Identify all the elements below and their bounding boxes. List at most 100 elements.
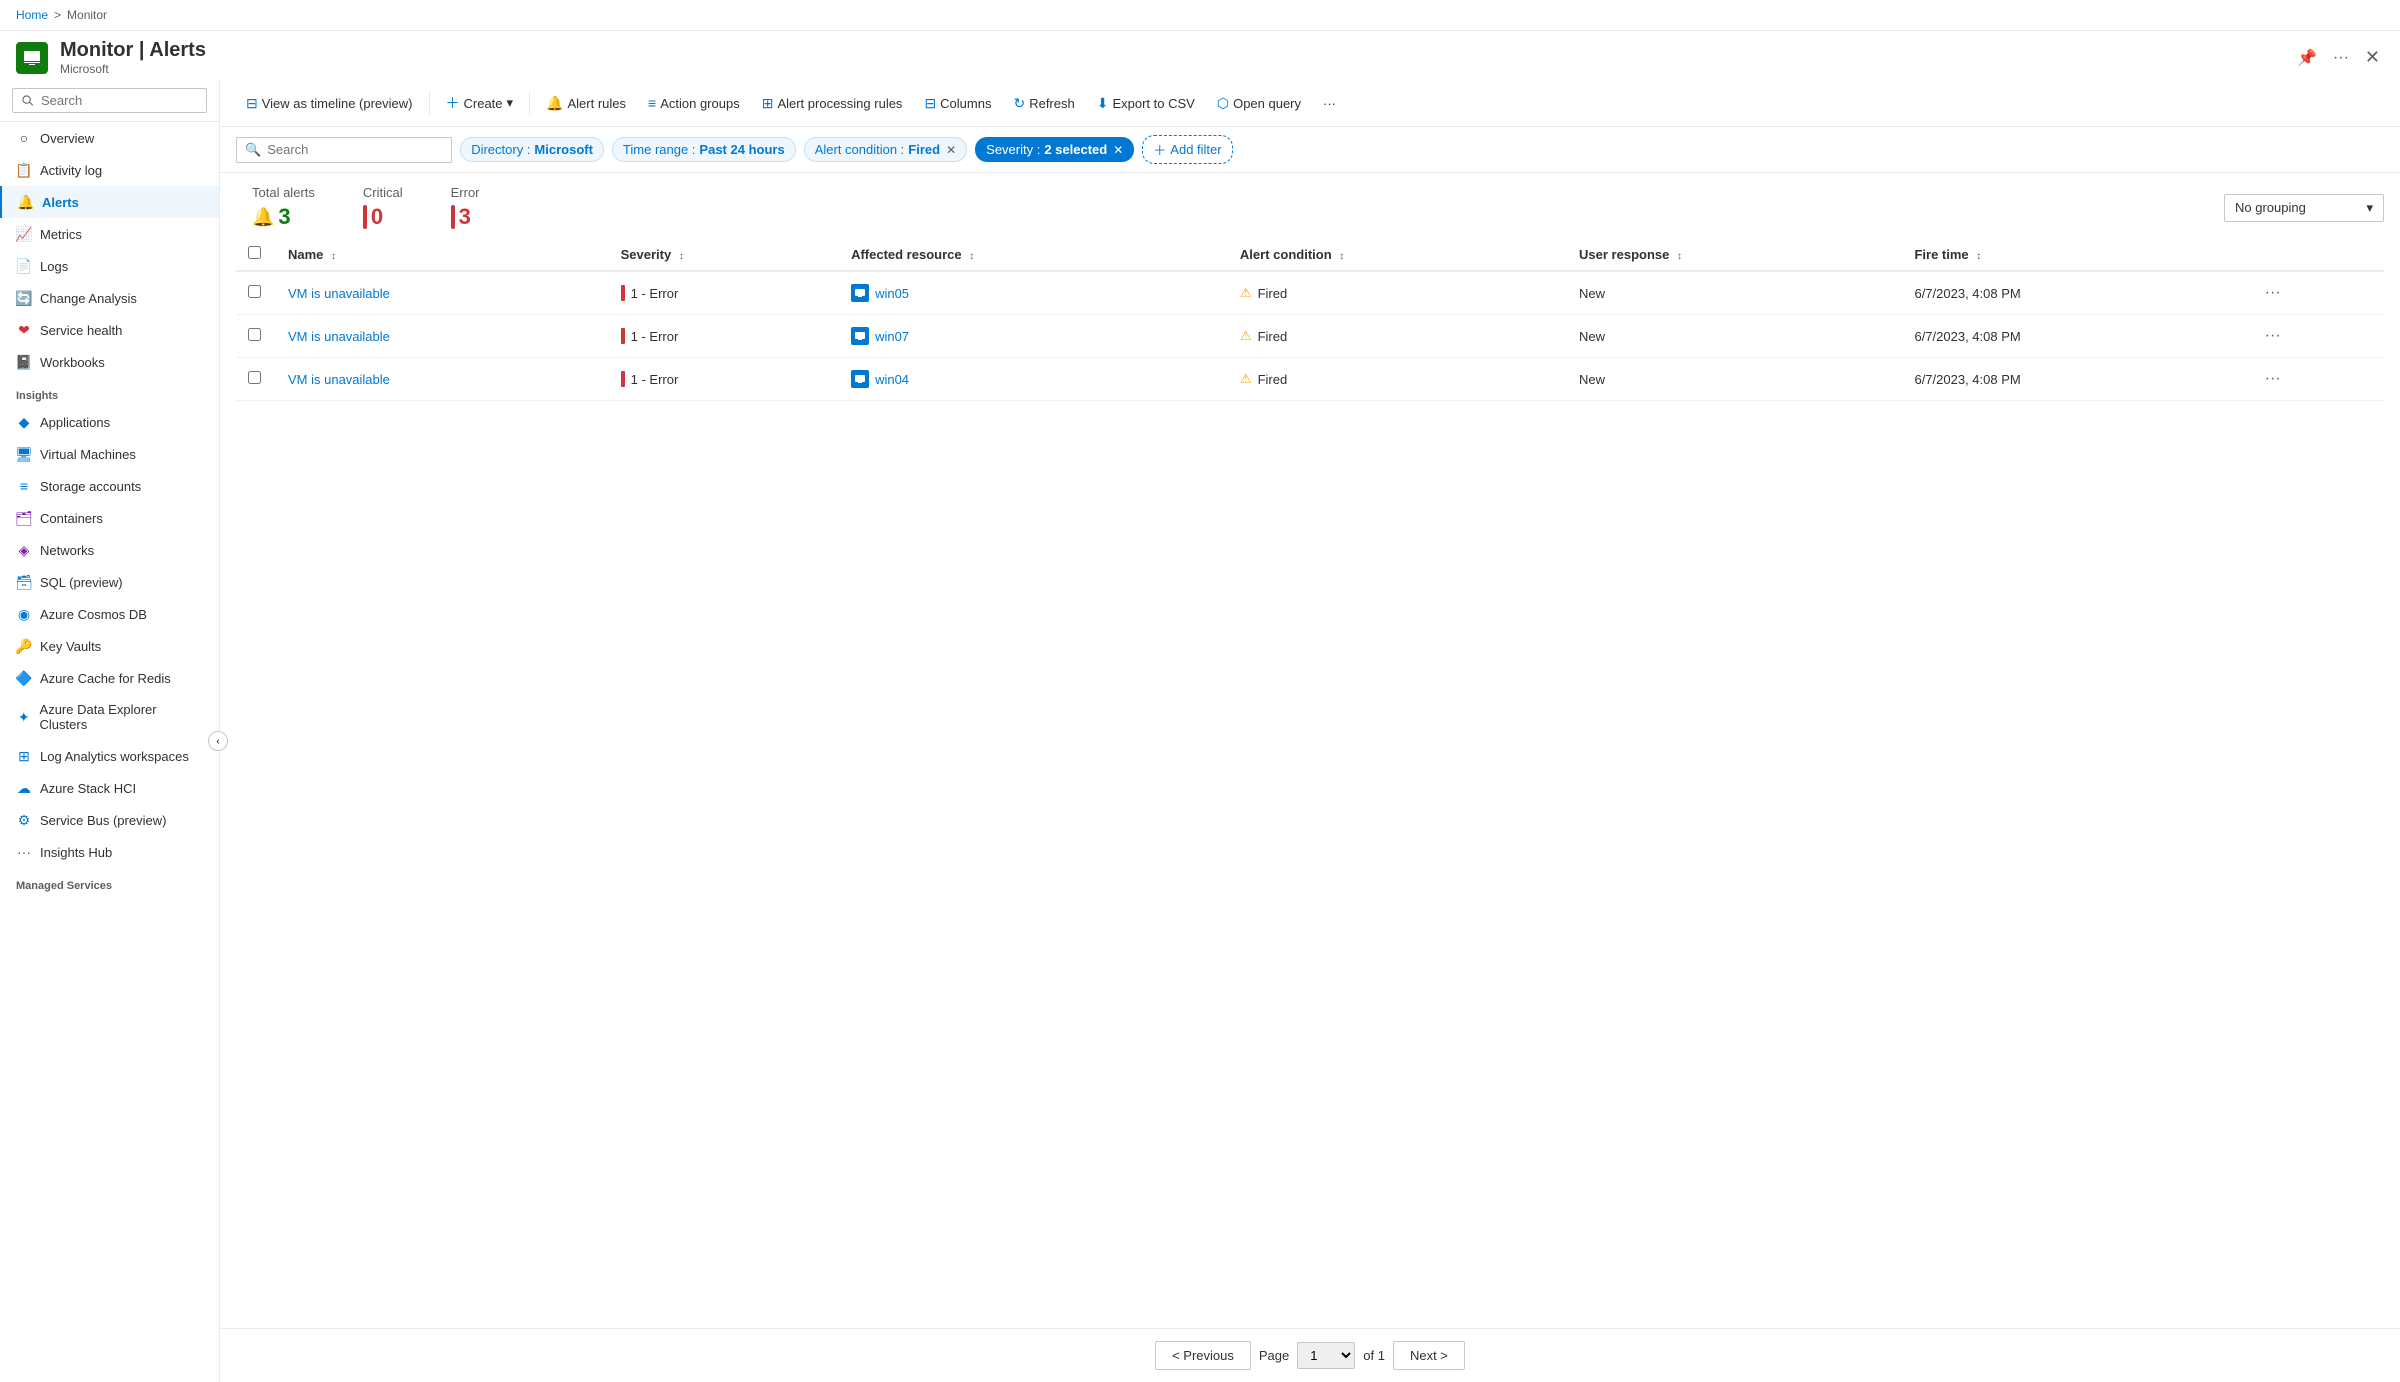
create-button[interactable]: ＋ Create ▾ [436,88,524,118]
resource-link-1[interactable]: win07 [875,329,909,344]
sidebar-label-change-analysis: Change Analysis [40,291,137,306]
row-more-button-1[interactable]: ··· [2259,325,2287,347]
sidebar-wrapper: ○ Overview 📋 Activity log 🔔 Alerts 📈 Met… [0,80,220,1382]
containers-icon: 🗂 [16,510,32,526]
row-checkbox-2[interactable] [248,371,261,384]
azure-cache-redis-icon: 🔷 [16,670,32,686]
name-column-header[interactable]: Name ↕ [276,238,609,271]
row-checkbox-1[interactable] [248,328,261,341]
header-title-group: Monitor | Alerts Microsoft [60,39,206,76]
sidebar-item-key-vaults[interactable]: 🔑 Key Vaults [0,630,219,662]
severity-text-1: 1 - Error [631,329,679,344]
networks-icon: ◈ [16,542,32,558]
sidebar-label-azure-data-explorer: Azure Data Explorer Clusters [40,702,203,732]
refresh-button[interactable]: ↻ Refresh [1003,90,1084,117]
sidebar-label-insights-hub: Insights Hub [40,845,112,860]
azure-stack-hci-icon: ☁ [16,780,32,796]
page-label: Page [1259,1348,1289,1363]
sidebar-item-storage-accounts[interactable]: ≡ Storage accounts [0,470,219,502]
grouping-dropdown[interactable]: No grouping ▾ [2224,194,2384,222]
sidebar-item-containers[interactable]: 🗂 Containers [0,502,219,534]
sidebar-item-alerts[interactable]: 🔔 Alerts [0,186,219,218]
alert-rules-button[interactable]: 🔔 Alert rules [536,90,636,117]
error-stat: Error 3 [451,185,480,230]
sidebar-item-service-bus[interactable]: ⚙ Service Bus (preview) [0,804,219,836]
alert-condition-filter-label: Alert condition : [815,142,905,157]
collapse-sidebar-button[interactable]: ‹ [208,731,228,751]
sidebar-item-logs[interactable]: 📄 Logs [0,250,219,282]
previous-page-button[interactable]: < Previous [1155,1341,1251,1370]
sidebar-item-applications[interactable]: ◆ Applications [0,406,219,438]
sidebar-item-azure-cache-redis[interactable]: 🔷 Azure Cache for Redis [0,662,219,694]
action-groups-button[interactable]: ≡ Action groups [638,90,750,116]
sidebar-item-log-analytics[interactable]: ⊞ Log Analytics workspaces [0,740,219,772]
sidebar-label-log-analytics: Log Analytics workspaces [40,749,189,764]
applications-icon: ◆ [16,414,32,430]
export-csv-button[interactable]: ⬇ Export to CSV [1087,90,1205,117]
alert-processing-icon: ⊞ [762,95,774,112]
sidebar-label-metrics: Metrics [40,227,82,242]
alert-condition-column-header[interactable]: Alert condition ↕ [1228,238,1567,271]
insights-hub-icon: ··· [16,844,32,860]
sidebar-search-input[interactable] [12,88,207,113]
create-dropdown-icon: ▾ [507,95,514,111]
severity-column-header[interactable]: Severity ↕ [609,238,839,271]
alert-condition-filter-close[interactable]: ✕ [946,143,956,157]
severity-filter-pill[interactable]: Severity : 2 selected ✕ [975,137,1134,162]
sidebar-search-area [0,80,219,122]
breadcrumb-home[interactable]: Home [16,8,48,22]
severity-filter-close[interactable]: ✕ [1113,143,1123,157]
alert-name-link-2[interactable]: VM is unavailable [288,372,390,387]
virtual-machines-icon: 🖥 [16,446,32,462]
fire-time-1: 6/7/2023, 4:08 PM [1914,329,2020,344]
sidebar-item-workbooks[interactable]: 📓 Workbooks [0,346,219,378]
sidebar-item-service-health[interactable]: ❤ Service health [0,314,219,346]
toolbar-more-button[interactable]: ··· [1313,91,1346,116]
close-button[interactable]: ✕ [2361,43,2384,72]
alert-rules-icon: 🔔 [546,95,563,112]
select-all-checkbox[interactable] [248,246,261,259]
next-page-button[interactable]: Next > [1393,1341,1465,1370]
sidebar-item-sql-preview[interactable]: 🗃 SQL (preview) [0,566,219,598]
sidebar-item-change-analysis[interactable]: 🔄 Change Analysis [0,282,219,314]
more-options-button[interactable]: ··· [2329,45,2353,71]
sidebar-label-workbooks: Workbooks [40,355,105,370]
table-header: Name ↕ Severity ↕ Affected resource ↕ [236,238,2384,271]
sidebar: ○ Overview 📋 Activity log 🔔 Alerts 📈 Met… [0,80,220,1382]
time-range-filter-label: Time range : [623,142,696,157]
search-input[interactable] [267,142,443,157]
sidebar-item-virtual-machines[interactable]: 🖥 Virtual Machines [0,438,219,470]
resource-link-0[interactable]: win05 [875,286,909,301]
columns-button[interactable]: ⊟ Columns [914,90,1001,117]
row-more-button-0[interactable]: ··· [2259,282,2287,304]
affected-resource-column-header[interactable]: Affected resource ↕ [839,238,1228,271]
resource-link-2[interactable]: win04 [875,372,909,387]
alert-name-link-0[interactable]: VM is unavailable [288,286,390,301]
page-select[interactable]: 1 [1297,1342,1355,1369]
row-more-button-2[interactable]: ··· [2259,368,2287,390]
columns-icon: ⊟ [924,95,936,112]
time-range-filter-pill[interactable]: Time range : Past 24 hours [612,137,796,162]
alert-name-link-1[interactable]: VM is unavailable [288,329,390,344]
fire-time-column-header[interactable]: Fire time ↕ [1902,238,2246,271]
add-filter-button[interactable]: ＋ Add filter [1142,135,1232,164]
sidebar-item-metrics[interactable]: 📈 Metrics [0,218,219,250]
row-checkbox-0[interactable] [248,285,261,298]
open-query-button[interactable]: ⬡ Open query [1207,90,1311,117]
storage-accounts-icon: ≡ [16,478,32,494]
alert-condition-filter-pill[interactable]: Alert condition : Fired ✕ [804,137,967,162]
sidebar-item-activity-log[interactable]: 📋 Activity log [0,154,219,186]
sidebar-item-insights-hub[interactable]: ··· Insights Hub [0,836,219,868]
data-table: Name ↕ Severity ↕ Affected resource ↕ [220,238,2400,1328]
sidebar-item-networks[interactable]: ◈ Networks [0,534,219,566]
alert-processing-rules-button[interactable]: ⊞ Alert processing rules [752,90,913,117]
sidebar-item-cosmos-db[interactable]: ◉ Azure Cosmos DB [0,598,219,630]
pin-button[interactable]: 📌 [2293,44,2321,72]
view-timeline-button[interactable]: ⊟ View as timeline (preview) [236,90,423,117]
directory-filter-pill[interactable]: Directory : Microsoft [460,137,604,162]
sidebar-item-azure-stack-hci[interactable]: ☁ Azure Stack HCI [0,772,219,804]
sidebar-item-overview[interactable]: ○ Overview [0,122,219,154]
affected-resource-sort-icon: ↕ [969,251,974,262]
sidebar-item-azure-data-explorer[interactable]: ✦ Azure Data Explorer Clusters [0,694,219,740]
user-response-column-header[interactable]: User response ↕ [1567,238,1902,271]
